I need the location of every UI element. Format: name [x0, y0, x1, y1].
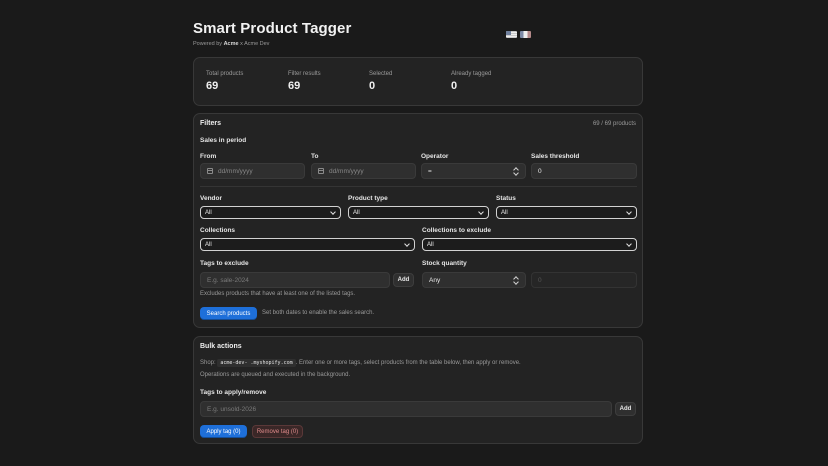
shop-prefix: Shop:: [200, 360, 216, 366]
stat-label: Already tagged: [451, 71, 492, 77]
status-value: All: [501, 209, 508, 216]
stat-value: 69: [206, 80, 219, 92]
stock-quantity-placeholder: 0: [538, 276, 542, 284]
calendar-icon: [318, 168, 324, 174]
to-date-placeholder: dd/mm/yyyy: [329, 167, 364, 175]
product-type-select[interactable]: All: [348, 206, 489, 219]
stat-already-tagged: Already tagged 0: [451, 71, 491, 92]
chevron-down-icon: [404, 241, 410, 247]
to-date-field[interactable]: dd/mm/yyyy: [311, 163, 416, 179]
filters-title: Filters: [200, 120, 222, 127]
stat-total: Total products 69: [206, 71, 243, 92]
collections-exclude-select[interactable]: All: [422, 238, 637, 251]
to-label: To: [311, 153, 319, 160]
tags-exclude-placeholder: E.g. sale-2024: [207, 276, 249, 284]
tags-apply-placeholder: E.g. unsold-2026: [207, 405, 257, 413]
status-label: Status: [496, 195, 516, 202]
chevron-down-icon: [478, 209, 484, 215]
chevron-down-icon: [626, 209, 632, 215]
chevron-down-icon: [330, 209, 336, 215]
updown-icon: [514, 167, 519, 176]
page-title: Smart Product Tagger: [193, 20, 352, 37]
from-date-placeholder: dd/mm/yyyy: [218, 167, 253, 175]
tags-exclude-add-button[interactable]: Add: [393, 273, 414, 287]
shop-domain: acme-dev- .myshopify.com: [217, 359, 296, 367]
collections-label: Collections: [200, 227, 236, 234]
stat-filter-results: Filter results 69: [288, 71, 321, 92]
from-label: From: [200, 153, 217, 160]
sales-threshold-value: 0: [538, 167, 542, 175]
divider: [200, 186, 637, 187]
collections-exclude-label: Collections to exclude: [422, 227, 491, 234]
stat-value: 0: [369, 80, 376, 92]
vendor-label: Vendor: [200, 195, 223, 202]
operator-select[interactable]: =: [421, 163, 526, 179]
product-type-value: All: [353, 209, 360, 216]
powered-prefix: Powered by: [193, 41, 223, 47]
filters-count: 69 / 69 products: [592, 121, 636, 127]
bulk-actions-title: Bulk actions: [200, 343, 242, 350]
collections-exclude-value: All: [427, 241, 434, 248]
updown-icon: [514, 276, 519, 285]
stock-quantity-label: Stock quantity: [422, 260, 467, 267]
sales-threshold-label: Sales threshold: [531, 153, 580, 160]
vendor-value: All: [205, 209, 212, 216]
stat-value: 0: [451, 80, 458, 92]
tags-apply-add-button[interactable]: Add: [615, 402, 636, 416]
tags-exclude-label: Tags to exclude: [200, 260, 249, 267]
from-date-field[interactable]: dd/mm/yyyy: [200, 163, 305, 179]
search-hint: Set both dates to enable the sales searc…: [262, 310, 375, 316]
powered-brand: Acme: [223, 41, 239, 47]
chevron-down-icon: [626, 241, 632, 247]
shop-instructions: . Enter one or more tags, select product…: [295, 360, 521, 366]
calendar-icon: [207, 168, 213, 174]
product-type-label: Product type: [348, 195, 388, 202]
search-products-button[interactable]: Search products: [200, 307, 257, 320]
tags-apply-label: Tags to apply/remove: [200, 389, 267, 396]
remove-tag-button[interactable]: Remove tag (0): [252, 425, 303, 438]
powered-suffix: x Acme Dev: [240, 41, 270, 47]
stat-label: Total products: [206, 71, 244, 77]
stat-value: 69: [288, 80, 301, 92]
sales-period-heading: Sales in period: [200, 137, 247, 144]
operator-label: Operator: [421, 153, 449, 160]
stock-quantity-value: Any: [429, 276, 441, 284]
stat-selected: Selected 0: [369, 71, 392, 92]
apply-tag-button[interactable]: Apply tag (0): [200, 425, 247, 438]
flag-fr-icon[interactable]: [520, 31, 531, 38]
tags-exclude-help: Excludes products that have at least one…: [200, 291, 356, 297]
powered-by: Powered by Acme x Acme Dev: [193, 41, 269, 47]
flag-us-icon[interactable]: [506, 31, 517, 38]
stats-card: [193, 57, 643, 106]
vendor-select[interactable]: All: [200, 206, 341, 219]
sales-threshold-input[interactable]: 0: [531, 163, 637, 179]
stat-label: Selected: [369, 71, 393, 77]
status-select[interactable]: All: [496, 206, 637, 219]
collections-value: All: [205, 241, 212, 248]
queue-note: Operations are queued and executed in th…: [200, 372, 351, 378]
stat-label: Filter results: [288, 71, 321, 77]
tags-apply-input[interactable]: E.g. unsold-2026: [200, 401, 612, 417]
tags-exclude-input[interactable]: E.g. sale-2024: [200, 272, 390, 288]
stock-quantity-input[interactable]: 0: [531, 272, 637, 288]
shop-line: Shop: acme-dev- .myshopify.com. Enter on…: [200, 359, 638, 367]
operator-value: =: [428, 167, 432, 175]
stock-quantity-select[interactable]: Any: [422, 272, 526, 288]
collections-select[interactable]: All: [200, 238, 415, 251]
